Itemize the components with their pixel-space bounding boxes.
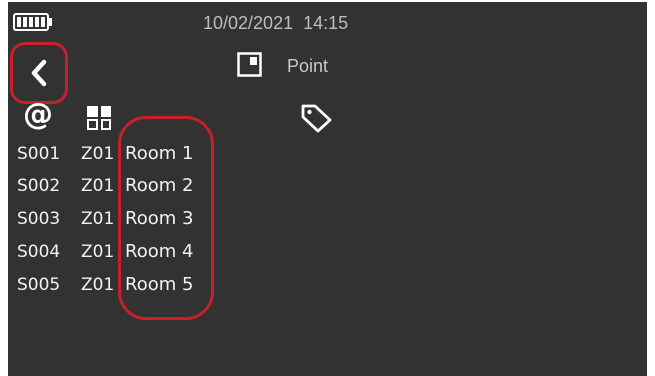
point-zone: Z01 [81,176,115,196]
device-screen: 10/02/2021 14:15 Point @ S001 Z01 Room 1… [8,2,647,376]
point-zone: Z01 [81,209,115,229]
at-icon: @ [23,97,53,132]
point-id: S003 [17,209,61,229]
back-button[interactable] [10,42,68,104]
point-zone: Z01 [81,242,115,262]
status-time: 14:15 [303,13,349,33]
square-corner-icon [237,52,262,77]
status-datetime: 10/02/2021 14:15 [203,13,348,34]
page-title: Point [287,56,329,76]
point-id: S002 [17,176,61,196]
battery-icon [13,13,52,31]
point-room: Room 2 [125,175,194,196]
chevron-left-icon [31,59,47,87]
point-zone: Z01 [81,144,115,164]
point-zone: Z01 [81,275,115,295]
point-room: Room 3 [125,208,194,229]
point-id: S004 [17,242,61,262]
point-room: Room 1 [125,143,194,164]
point-room: Room 4 [125,241,194,262]
tag-icon[interactable] [300,103,334,133]
status-date: 10/02/2021 [203,13,294,33]
grid-icon [87,106,111,130]
point-id: S001 [17,144,61,164]
point-room: Room 5 [125,274,194,295]
point-id: S005 [17,275,61,295]
